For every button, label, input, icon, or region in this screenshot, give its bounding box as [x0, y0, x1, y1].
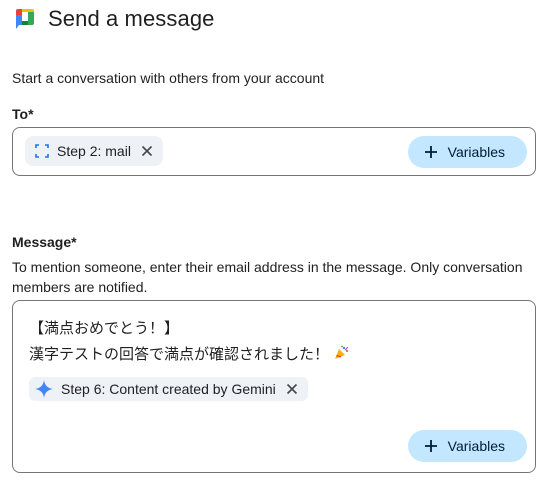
variables-label: Variables — [447, 438, 505, 454]
message-line-2-text: 漢字テストの回答で満点が確認されました！ — [29, 346, 330, 363]
step-2-mail-chip[interactable]: Step 2: mail — [25, 136, 163, 166]
close-icon[interactable] — [141, 145, 153, 157]
close-icon[interactable] — [286, 383, 298, 395]
plus-icon — [424, 440, 437, 452]
page-title: Send a message — [48, 6, 215, 31]
message-help-text: To mention someone, enter their email ad… — [12, 259, 523, 295]
google-chat-logo-icon — [16, 9, 34, 29]
header: Send a message — [14, 6, 215, 32]
to-label: To* — [12, 106, 34, 122]
party-popper-icon — [335, 345, 349, 359]
chip-label: Step 2: mail — [57, 143, 131, 159]
message-label: Message* — [12, 234, 77, 250]
plus-icon — [424, 146, 437, 158]
gemini-sparkle-icon — [35, 380, 53, 398]
chip-label: Step 6: Content created by Gemini — [61, 381, 276, 397]
message-variables-button[interactable]: Variables — [407, 430, 527, 462]
message-line-2: 漢字テストの回答で満点が確認されました！ — [29, 343, 349, 364]
subtitle: Start a conversation with others from yo… — [12, 70, 325, 86]
to-field[interactable]: Step 2: mail Variables — [12, 127, 536, 176]
to-variables-button[interactable]: Variables — [407, 136, 527, 168]
message-line-1: 【満点おめでとう！】 — [29, 320, 180, 337]
gemini-content-chip[interactable]: Step 6: Content created by Gemini — [29, 377, 308, 401]
variables-label: Variables — [447, 144, 505, 160]
message-field[interactable]: 【満点おめでとう！】 漢字テストの回答で満点が確認されました！ Step 6: … — [12, 300, 536, 473]
variable-bracket-icon — [35, 144, 49, 158]
